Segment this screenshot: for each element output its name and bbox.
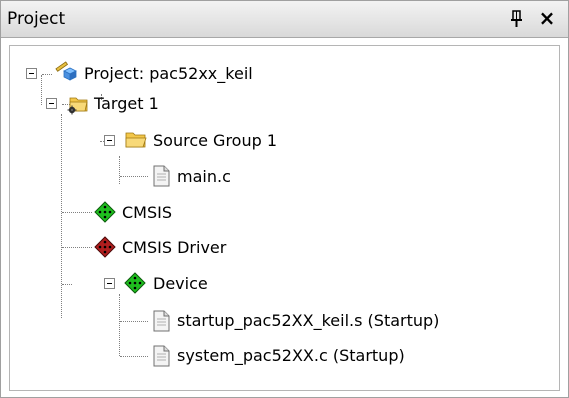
tree-node-label: Source Group 1 [153, 131, 278, 150]
project-panel: Project × Project: pac52xx_keil Target 1… [0, 0, 569, 398]
tree-node-label: system_pac52XX.c (Startup) [177, 346, 405, 365]
panel-titlebar: Project × [1, 1, 568, 38]
tree-node-label: CMSIS [122, 203, 173, 222]
project-icon [54, 61, 77, 83]
tree-node-label: CMSIS Driver [122, 238, 227, 257]
pin-icon[interactable] [509, 10, 525, 28]
file-icon [150, 344, 172, 367]
collapse-toggle[interactable] [104, 278, 115, 289]
tree-node-label: Project: pac52xx_keil [84, 64, 253, 83]
tree-node-label: main.c [177, 167, 231, 186]
collapse-toggle[interactable] [26, 68, 37, 79]
file-icon [150, 164, 172, 187]
collapse-toggle[interactable] [46, 98, 57, 109]
tree-node-label: Target 1 [94, 94, 159, 113]
component-green-icon [124, 272, 146, 294]
component-green-icon [94, 201, 116, 223]
tree-node-label: startup_pac52XX_keil.s (Startup) [177, 311, 440, 330]
folder-icon [124, 128, 147, 150]
panel-title: Project [7, 9, 66, 29]
file-icon [150, 309, 172, 332]
component-red-icon [94, 236, 116, 258]
tree-node-label: Device [153, 274, 208, 293]
project-tree: Project: pac52xx_keil Target 1 Source Gr… [9, 45, 560, 391]
close-icon[interactable]: × [536, 5, 558, 31]
target-folder-icon [66, 91, 88, 115]
collapse-toggle[interactable] [104, 135, 115, 146]
